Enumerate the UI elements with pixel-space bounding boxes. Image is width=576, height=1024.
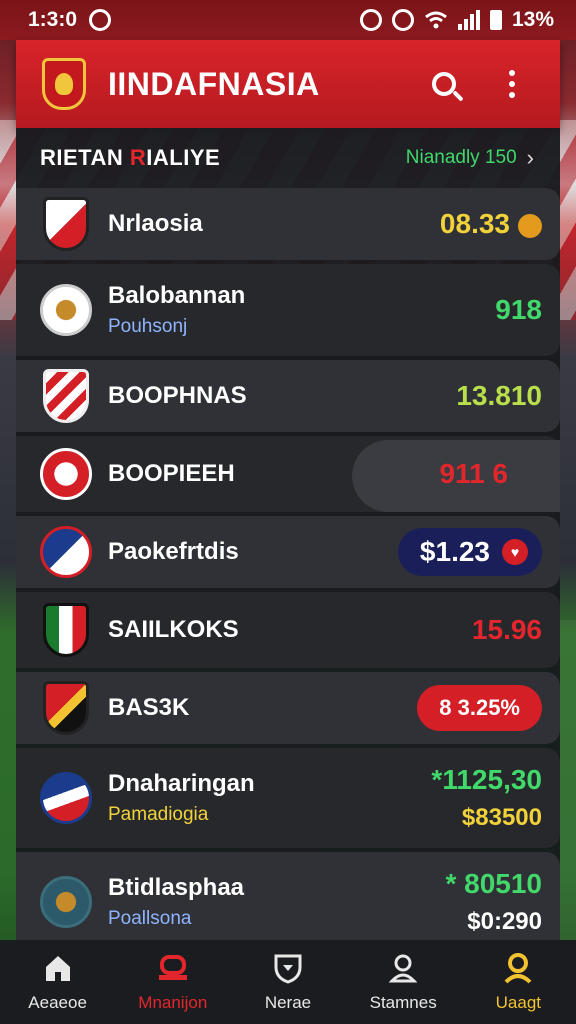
team-crest-icon xyxy=(40,282,92,338)
team-value: *1125,30 xyxy=(431,764,542,795)
person-icon xyxy=(388,954,418,983)
nav-standings[interactable]: Stamnes xyxy=(348,951,458,1013)
team-crest-icon xyxy=(40,770,92,826)
team-name: SAIILKOKS xyxy=(108,616,239,643)
overflow-menu-button[interactable] xyxy=(490,62,534,106)
team-row[interactable]: Btidlasphaa Poallsona * 80510 $0:290 xyxy=(16,852,560,940)
team-value[interactable]: 8 3.25% xyxy=(417,685,542,731)
clock-icon xyxy=(391,9,414,31)
team-list: Nrlaosia 08.33 Balobannan Pouhsonj 918 B… xyxy=(16,188,560,940)
team-name: Paokefrtdis xyxy=(108,538,239,565)
value-pill[interactable]: $1.23 ♥ xyxy=(397,528,542,576)
nav-home[interactable]: Aeaeoe xyxy=(3,951,113,1013)
team-crest-icon xyxy=(40,680,92,736)
team-crest-icon xyxy=(40,524,92,580)
app-bar: IINDAFNASIA xyxy=(16,40,560,128)
chevron-right-icon: › xyxy=(526,145,534,170)
team-row[interactable]: BOOPIEEH 911 6 xyxy=(16,436,560,512)
team-row[interactable]: Paokefrtdis $1.23 ♥ xyxy=(16,516,560,588)
battery-icon xyxy=(489,10,502,30)
team-value: 13.810 xyxy=(456,380,542,411)
team-value: 911 6 xyxy=(439,458,508,489)
team-row[interactable]: Dnaharingan Pamadiogia *1125,30 $83500 xyxy=(16,748,560,848)
nav-profile[interactable]: Uaagt xyxy=(463,951,573,1013)
panel-title: RIETAN RIALIYE xyxy=(40,145,221,170)
team-value-secondary: $83500 xyxy=(461,804,542,831)
team-subtitle: Pamadiogia xyxy=(108,804,209,825)
status-time: 1:3:0 xyxy=(28,8,78,31)
team-row[interactable]: SAIILKOKS 15.96 xyxy=(16,592,560,668)
team-value: 918 xyxy=(495,294,542,325)
team-name: Nrlaosia xyxy=(108,210,203,237)
team-name: BOOPHNAS xyxy=(108,382,247,409)
signal-icon xyxy=(457,10,480,30)
team-value: 15.96 xyxy=(471,614,542,645)
wifi-icon xyxy=(425,11,447,29)
alarm-icon xyxy=(359,9,382,31)
team-crest-icon xyxy=(40,874,92,930)
search-icon xyxy=(432,72,456,96)
team-name: Dnaharingan xyxy=(108,770,255,797)
search-button[interactable] xyxy=(422,62,466,106)
team-name: Balobannan xyxy=(108,282,246,309)
user-icon xyxy=(504,953,532,984)
team-row[interactable]: BAS3K 8 3.25% xyxy=(16,672,560,744)
team-row[interactable]: Nrlaosia 08.33 xyxy=(16,188,560,260)
view-all-link[interactable]: Nianadly 150 › xyxy=(406,145,534,171)
shield-icon xyxy=(274,954,302,984)
battery-percent: 13% xyxy=(511,8,554,31)
team-crest-icon xyxy=(40,368,92,424)
team-name: Btidlasphaa xyxy=(108,874,245,901)
team-crest-icon xyxy=(40,446,92,502)
team-name: BAS3K xyxy=(108,694,190,721)
team-subtitle: Pouhsonj xyxy=(108,316,188,337)
nav-matches[interactable]: Mnanijon xyxy=(118,951,228,1013)
heart-icon: ♥ xyxy=(502,539,528,565)
team-subtitle: Poallsona xyxy=(108,908,192,929)
coin-icon xyxy=(518,213,542,238)
team-value: * 80510 xyxy=(445,868,542,899)
status-bar: 1:3:0 13% xyxy=(0,0,576,40)
team-value: 08.33 xyxy=(440,208,542,240)
notification-icon xyxy=(89,9,112,31)
team-name: BOOPIEEH xyxy=(108,460,235,487)
team-crest-icon xyxy=(40,602,92,658)
team-value-secondary: $0:290 xyxy=(467,908,542,935)
home-icon xyxy=(45,956,70,981)
stadium-icon xyxy=(158,955,187,980)
app-title: IINDAFNASIA xyxy=(108,65,320,102)
nav-teams[interactable]: Nerae xyxy=(233,951,343,1013)
rankings-panel: RIETAN RIALIYE Nianadly 150 › Nrlaosia 0… xyxy=(16,128,560,940)
bottom-navigation: Aeaeoe Mnanijon Nerae Stamnes Uaagt xyxy=(0,940,576,1024)
team-row[interactable]: Balobannan Pouhsonj 918 xyxy=(16,264,560,356)
federation-crest-logo xyxy=(42,58,86,110)
team-value: $1.23 xyxy=(419,536,490,567)
team-row[interactable]: BOOPHNAS 13.810 xyxy=(16,360,560,432)
panel-header: RIETAN RIALIYE Nianadly 150 › xyxy=(16,128,560,188)
more-vert-icon xyxy=(509,70,515,98)
team-crest-icon xyxy=(40,196,92,252)
